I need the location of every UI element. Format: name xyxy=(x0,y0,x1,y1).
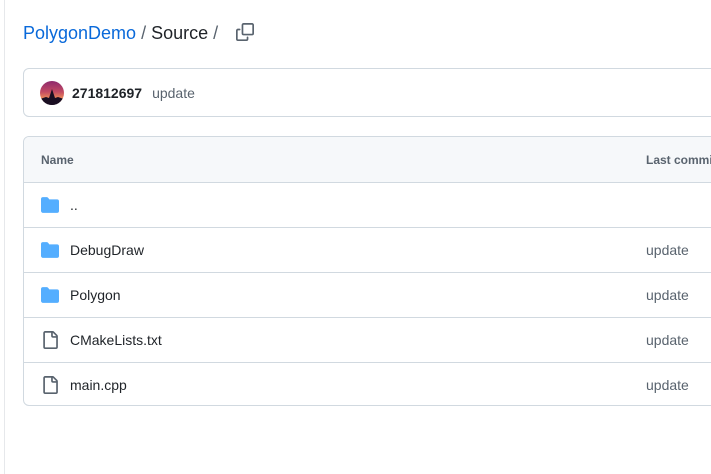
column-header-name: Name xyxy=(41,153,74,167)
breadcrumb: PolygonDemo / Source / xyxy=(23,20,223,46)
copy-path-button[interactable] xyxy=(233,20,257,44)
row-name[interactable]: CMakeLists.txt xyxy=(70,332,162,348)
column-header-last-commit: Last commit message xyxy=(646,153,711,167)
file-icon xyxy=(43,331,58,349)
table-row-debugdraw[interactable]: DebugDraw update xyxy=(24,228,711,273)
breadcrumb-separator: / xyxy=(141,22,147,43)
table-row-parent-directory[interactable]: .. xyxy=(24,183,711,228)
table-header: Name Last commit message xyxy=(24,137,711,183)
latest-commit-box: 271812697 update xyxy=(23,68,711,117)
table-row-cmakelists[interactable]: CMakeLists.txt update xyxy=(24,318,711,363)
avatar-image xyxy=(40,88,64,105)
row-name[interactable]: DebugDraw xyxy=(70,242,144,258)
avatar[interactable] xyxy=(40,80,64,105)
row-commit-message[interactable]: update xyxy=(646,242,689,258)
breadcrumb-current: Source xyxy=(151,22,209,43)
file-table: Name Last commit message .. DebugDraw up… xyxy=(23,136,711,406)
folder-icon xyxy=(41,242,59,258)
page: PolygonDemo / Source / 271812697 update … xyxy=(0,0,711,474)
table-row-polygon[interactable]: Polygon update xyxy=(24,273,711,318)
folder-icon xyxy=(41,197,59,213)
commit-author[interactable]: 271812697 xyxy=(72,85,142,101)
row-commit-message[interactable]: update xyxy=(646,377,689,393)
row-name[interactable]: .. xyxy=(70,197,78,213)
breadcrumb-trailing-separator: / xyxy=(213,22,219,43)
file-icon xyxy=(43,376,58,394)
row-name[interactable]: Polygon xyxy=(70,287,121,303)
commit-message[interactable]: update xyxy=(152,85,195,101)
folder-icon xyxy=(41,287,59,303)
row-commit-message[interactable]: update xyxy=(646,332,689,348)
breadcrumb-repo-link[interactable]: PolygonDemo xyxy=(23,23,136,44)
row-name[interactable]: main.cpp xyxy=(70,377,127,393)
left-border xyxy=(4,0,5,474)
copy-icon xyxy=(236,23,254,41)
table-row-main-cpp[interactable]: main.cpp update xyxy=(24,363,711,405)
row-commit-message[interactable]: update xyxy=(646,287,689,303)
